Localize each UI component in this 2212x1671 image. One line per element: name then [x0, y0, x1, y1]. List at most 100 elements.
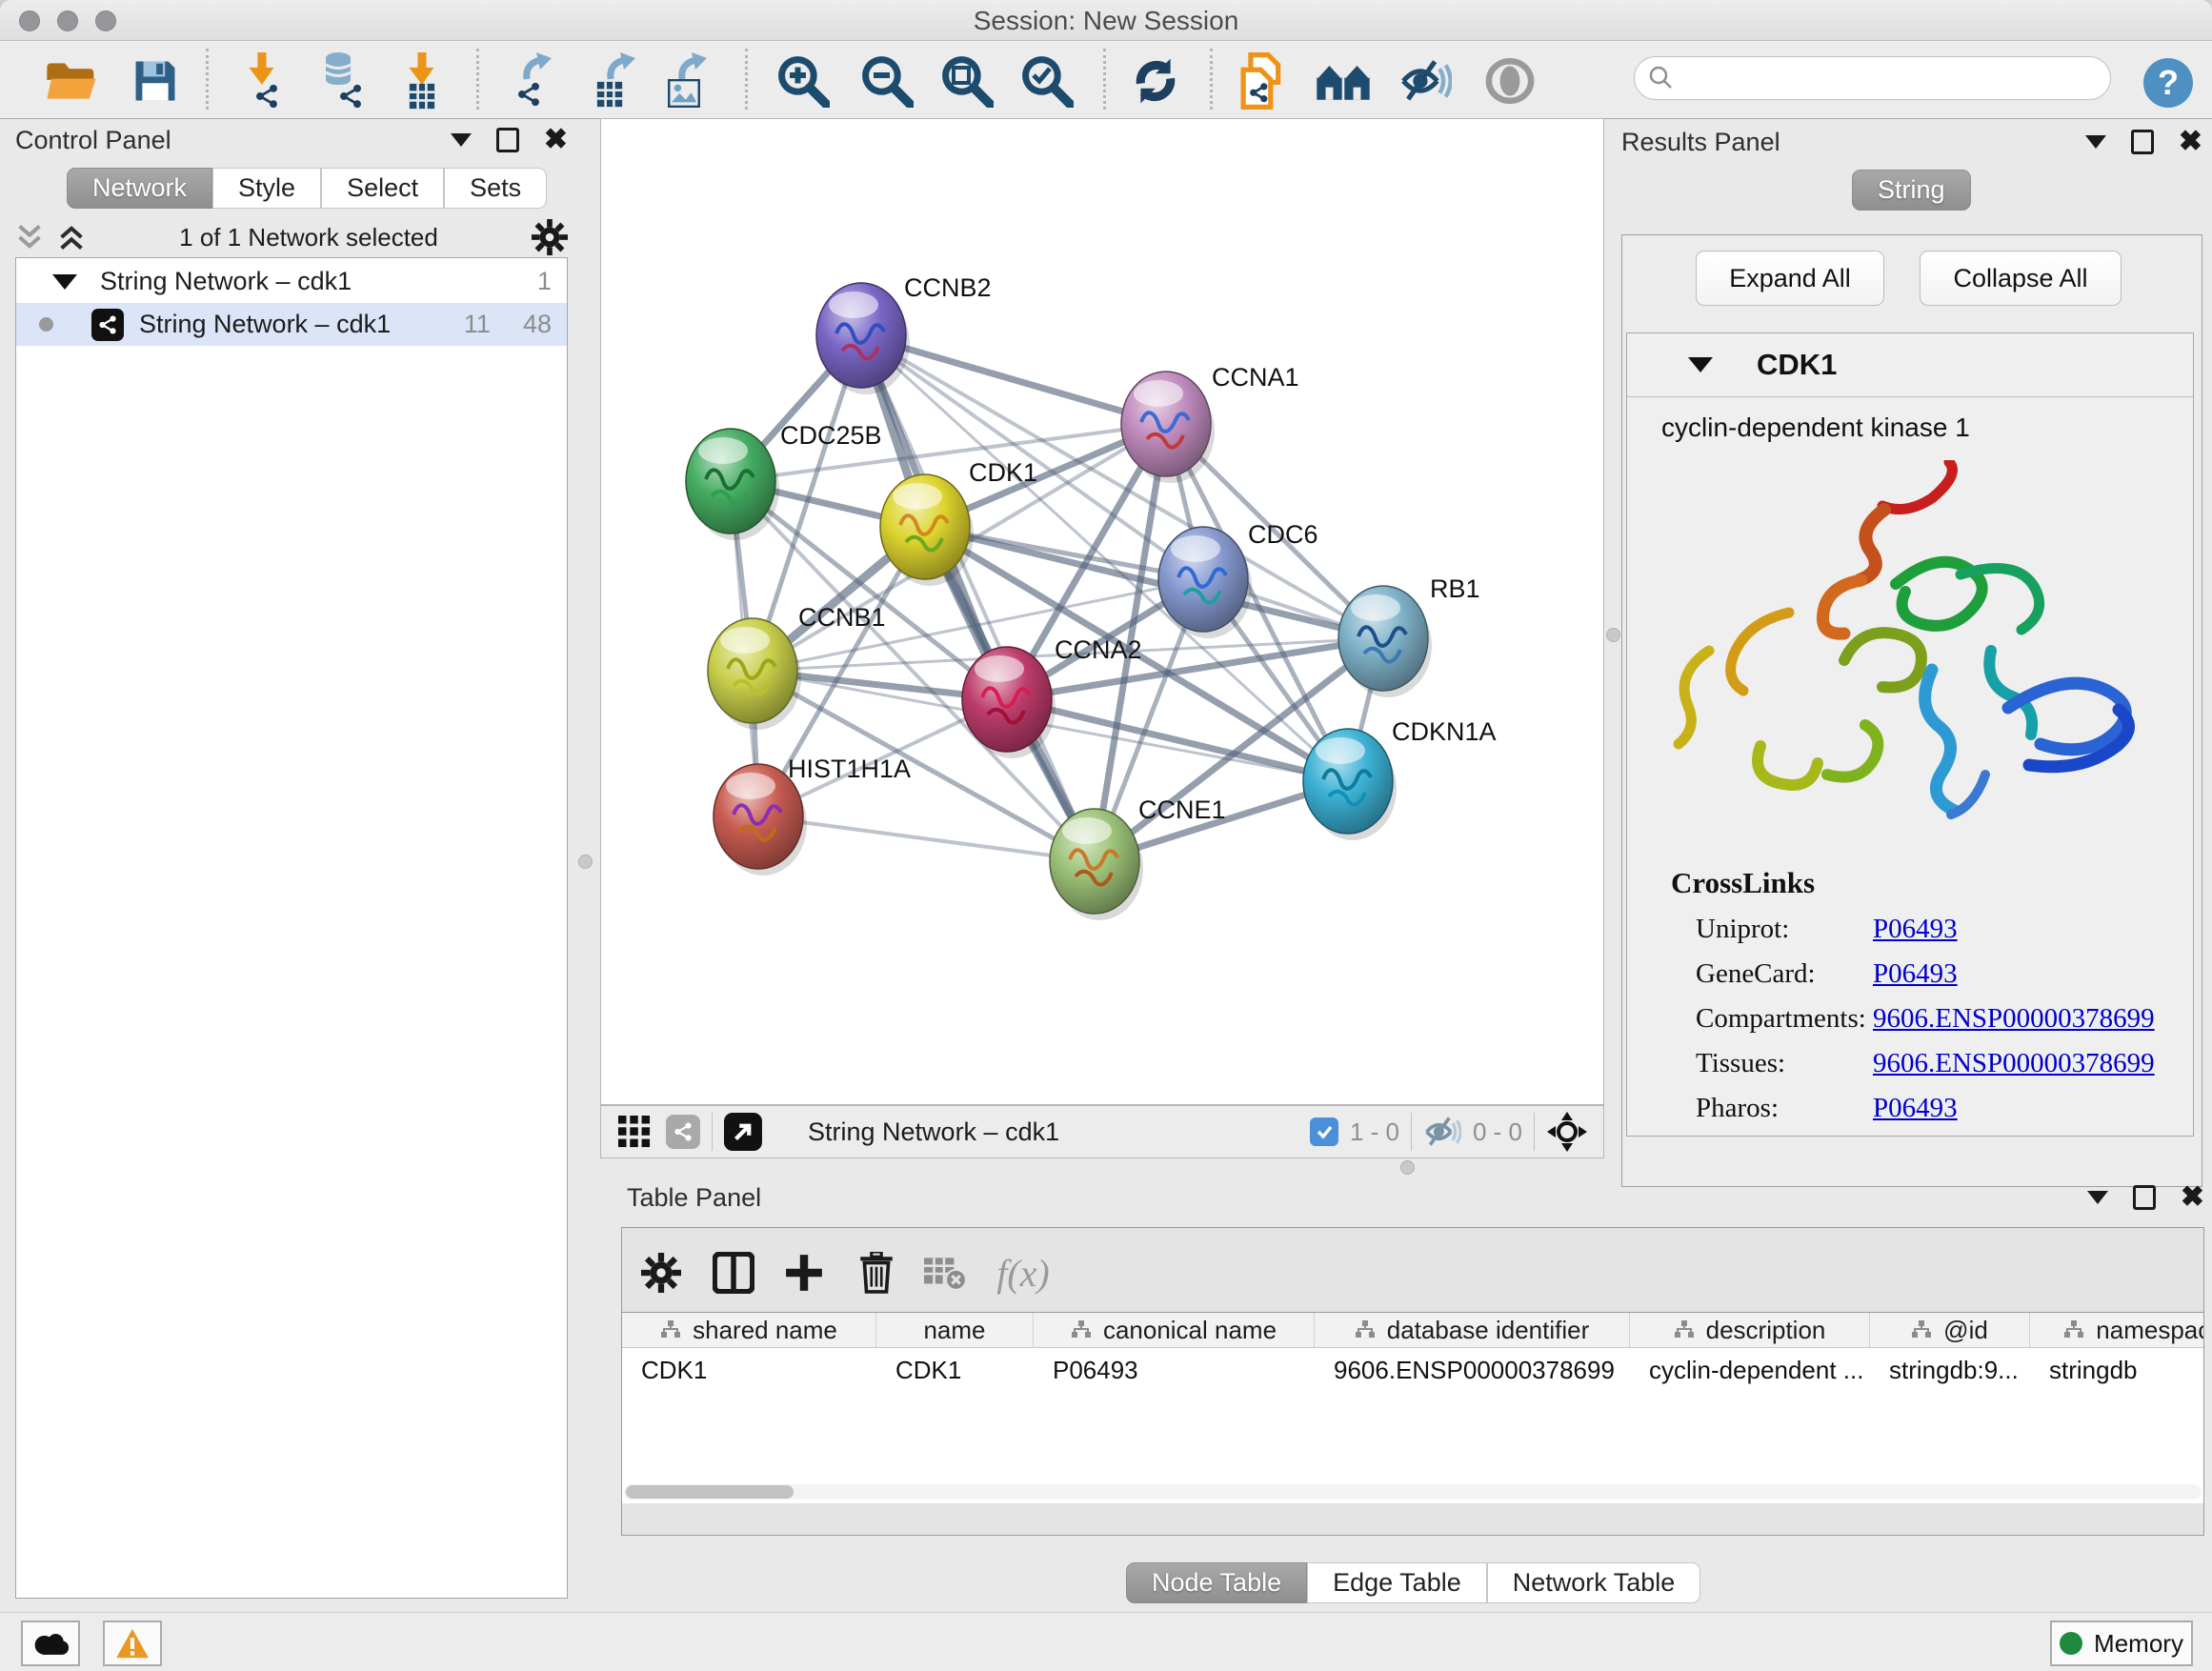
table-cell[interactable]: CDK1 [876, 1356, 1034, 1385]
column-header-canonical-name[interactable]: canonical name [1034, 1313, 1315, 1347]
node-HIST1H1A[interactable]: HIST1H1A [714, 755, 911, 876]
node-CDKN1A[interactable]: CDKN1A [1303, 717, 1497, 840]
table-cell[interactable]: 9606.ENSP00000378699 [1315, 1356, 1630, 1385]
float-panel-icon[interactable] [451, 133, 472, 147]
float-panel-icon[interactable] [2087, 1191, 2108, 1204]
column-header-name[interactable]: name [876, 1313, 1034, 1347]
gene-header-row[interactable]: CDK1 [1627, 333, 2193, 397]
network-overview-icon[interactable] [666, 1115, 700, 1149]
network-graph[interactable]: CCNB2CCNA1CDC25BCDK1CDC6RB1CCNB1CCNA2CDK… [601, 119, 1603, 1104]
delete-table-icon [917, 1245, 973, 1300]
home-icon[interactable] [1313, 50, 1374, 111]
create-column-icon[interactable] [776, 1245, 832, 1300]
scrollbar-thumb[interactable] [626, 1485, 794, 1499]
crosslink-link[interactable]: 9606.ENSP00000378699 [1873, 1048, 2155, 1079]
table-gear-icon[interactable] [633, 1245, 689, 1300]
toolbar-separator [206, 49, 209, 110]
tab-edge-table[interactable]: Edge Table [1307, 1562, 1487, 1603]
tab-sets[interactable]: Sets [444, 168, 547, 209]
clone-network-icon[interactable] [1233, 50, 1294, 111]
crosslink-link[interactable]: P06493 [1873, 914, 1958, 945]
warnings-button[interactable] [103, 1621, 162, 1666]
expand-all-networks-icon[interactable] [15, 223, 44, 252]
zoom-fit-icon[interactable] [936, 50, 997, 111]
column-header-shared-name[interactable]: shared name [622, 1313, 876, 1347]
left-splitter-handle[interactable] [578, 855, 593, 869]
network-collection-row[interactable]: String Network – cdk1 1 [16, 258, 567, 303]
table-cell[interactable]: stringdb [2030, 1356, 2204, 1385]
zoom-in-icon[interactable] [773, 50, 834, 111]
crosslink-row: Tissues:9606.ENSP00000378699 [1696, 1048, 2193, 1079]
open-session-icon[interactable] [41, 50, 102, 111]
export-image-icon[interactable] [657, 50, 718, 111]
bottom-splitter-handle[interactable] [1400, 1160, 1415, 1175]
delete-column-icon[interactable] [849, 1245, 904, 1300]
crosslink-link[interactable]: 9606.ENSP00000378699 [1873, 1003, 2155, 1035]
save-session-icon[interactable] [125, 50, 186, 111]
search-input[interactable] [1634, 56, 2111, 100]
table-cell[interactable]: CDK1 [622, 1356, 876, 1385]
tab-network-table[interactable]: Network Table [1487, 1562, 1701, 1603]
open-in-browser-icon[interactable] [724, 1113, 762, 1151]
tab-string[interactable]: String [1852, 170, 1971, 211]
export-table-icon[interactable] [586, 50, 647, 111]
selected-checkbox-icon[interactable] [1310, 1117, 1338, 1146]
column-header--id[interactable]: @id [1870, 1313, 2030, 1347]
close-panel-icon[interactable]: ✖ [2179, 132, 2202, 151]
table-cell[interactable]: stringdb:9... [1870, 1356, 2030, 1385]
node-RB1[interactable]: RB1 [1338, 574, 1480, 697]
crosslink-link[interactable]: P06493 [1873, 958, 1958, 990]
node-CDC6[interactable]: CDC6 [1158, 520, 1318, 638]
show-columns-icon[interactable] [706, 1245, 761, 1300]
node-CCNE1[interactable]: CCNE1 [1050, 795, 1226, 920]
toolbar-separator [1210, 49, 1213, 110]
hidden-eye-icon[interactable] [1423, 1116, 1461, 1148]
column-header-description[interactable]: description [1630, 1313, 1870, 1347]
maximize-panel-icon[interactable] [2133, 1185, 2156, 1210]
tree-expander-icon[interactable] [52, 274, 77, 290]
maximize-panel-icon[interactable] [496, 128, 519, 152]
collapse-all-networks-icon[interactable] [57, 223, 86, 252]
memory-button[interactable]: Memory [2050, 1621, 2193, 1666]
column-header-namespace[interactable]: namespace [2030, 1313, 2204, 1347]
tab-style[interactable]: Style [212, 168, 321, 209]
collapse-all-button[interactable]: Collapse All [1920, 251, 2122, 306]
crosshair-icon[interactable] [1546, 1111, 1588, 1153]
right-splitter-handle[interactable] [1606, 628, 1620, 642]
network-row-selected[interactable]: String Network – cdk1 11 48 [16, 303, 567, 346]
network-options-gear-icon[interactable] [532, 219, 568, 255]
close-panel-icon[interactable]: ✖ [2181, 1188, 2204, 1207]
import-network-file-icon[interactable] [232, 50, 293, 111]
maximize-panel-icon[interactable] [2131, 130, 2154, 154]
zoom-out-icon[interactable] [856, 50, 917, 111]
crosslink-label: GeneCard: [1696, 958, 1873, 990]
show-all-icon[interactable] [1479, 50, 1540, 111]
table-cell[interactable]: cyclin-dependent ... [1630, 1356, 1870, 1385]
table-row[interactable]: CDK1CDK1P064939606.ENSP00000378699cyclin… [622, 1348, 2203, 1392]
import-network-database-icon[interactable] [312, 50, 373, 111]
collapse-entry-icon[interactable] [1688, 357, 1713, 372]
help-icon[interactable]: ? [2138, 52, 2199, 113]
network-canvas[interactable]: CCNB2CCNA1CDC25BCDK1CDC6RB1CCNB1CCNA2CDK… [600, 118, 1604, 1105]
import-table-icon[interactable] [392, 50, 453, 111]
hide-selected-icon[interactable] [1395, 50, 1456, 111]
column-header-database-identifier[interactable]: database identifier [1315, 1313, 1630, 1347]
table-horizontal-scrollbar[interactable] [624, 1484, 2202, 1500]
tab-node-table[interactable]: Node Table [1126, 1562, 1307, 1603]
table-cell[interactable]: P06493 [1034, 1356, 1315, 1385]
export-network-icon[interactable] [506, 50, 567, 111]
edge-CCNE1-HIST1H1A[interactable] [758, 816, 1095, 861]
table-panel-tabs: Node TableEdge TableNetwork Table [1126, 1562, 1700, 1603]
zoom-selected-icon[interactable] [1016, 50, 1077, 111]
crosslink-link[interactable]: P06493 [1873, 1093, 1958, 1124]
tab-select[interactable]: Select [321, 168, 444, 209]
expand-all-button[interactable]: Expand All [1696, 251, 1884, 306]
netbar-separator [712, 1113, 713, 1151]
refresh-icon[interactable] [1125, 50, 1186, 111]
grid-view-icon[interactable] [618, 1116, 651, 1148]
float-panel-icon[interactable] [2085, 135, 2106, 149]
close-panel-icon[interactable]: ✖ [544, 131, 568, 150]
node-CDK1[interactable]: CDK1 [880, 458, 1037, 586]
cloud-status-button[interactable] [21, 1621, 80, 1666]
tab-network[interactable]: Network [67, 168, 212, 209]
